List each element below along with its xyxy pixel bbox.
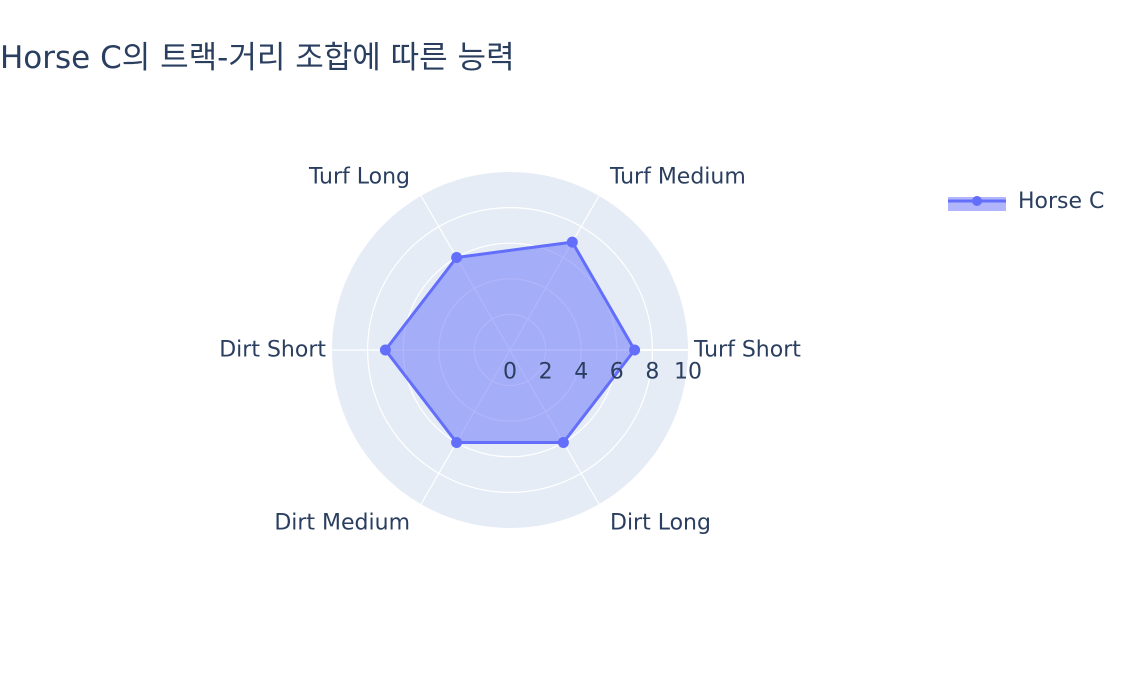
legend[interactable]: Horse C xyxy=(946,186,1104,216)
angular-label-turf-medium: Turf Medium xyxy=(609,164,746,189)
data-point-dirt-long xyxy=(557,436,569,448)
radial-tick-label: 4 xyxy=(574,360,588,385)
radial-tick-label: 2 xyxy=(539,360,553,385)
data-point-turf-medium xyxy=(566,236,578,248)
data-point-dirt-short xyxy=(379,344,391,356)
angular-label-dirt-short: Dirt Short xyxy=(219,338,326,363)
angular-label-dirt-long: Dirt Long xyxy=(610,511,711,536)
radial-tick-label: 6 xyxy=(610,360,624,385)
legend-swatch xyxy=(948,196,1006,211)
legend-swatch-marker xyxy=(972,196,982,206)
radial-tick-label: 10 xyxy=(674,360,702,385)
radial-tick-label: 0 xyxy=(503,360,517,385)
legend-label: Horse C xyxy=(1018,188,1105,214)
data-point-turf-long xyxy=(451,252,463,264)
angular-label-turf-long: Turf Long xyxy=(308,164,410,189)
radar-chart: Turf Short Turf Medium Turf Long Dirt Short… xyxy=(219,164,801,536)
data-point-dirt-medium xyxy=(451,436,463,448)
data-point-turf-short xyxy=(629,344,641,356)
angular-label-turf-short: Turf Short xyxy=(693,338,801,363)
radial-tick-label: 8 xyxy=(645,360,659,385)
angular-label-dirt-medium: Dirt Medium xyxy=(274,511,410,536)
